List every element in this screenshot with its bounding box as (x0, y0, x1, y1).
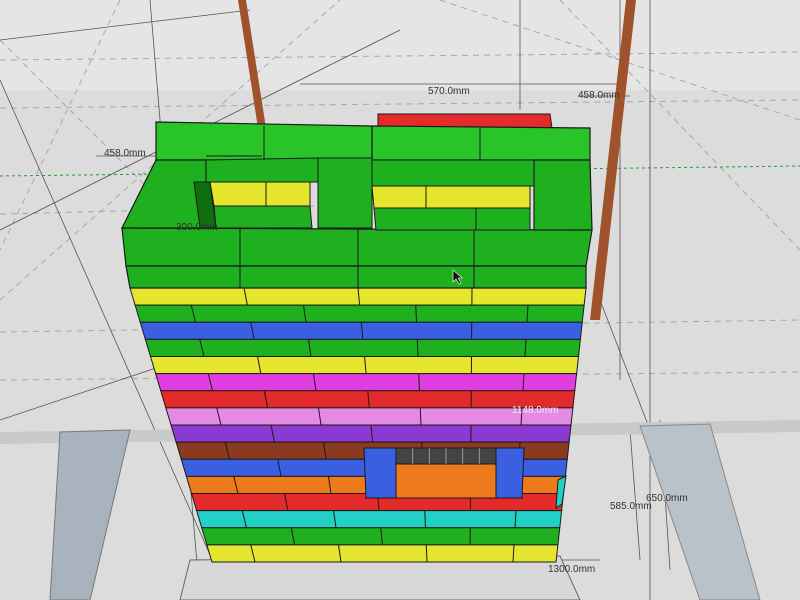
screen-glare (0, 0, 800, 90)
course-face (144, 338, 581, 357)
brick-course[interactable] (206, 544, 559, 563)
course-face (154, 373, 578, 392)
dim-top-width: 570.0mm (428, 86, 470, 97)
brick-course[interactable] (154, 373, 578, 392)
brick-course[interactable] (195, 510, 563, 529)
modeling-viewport[interactable]: 570.0mm 458.0mm 458.0mm 300.0mm 1148.0mm… (0, 0, 800, 600)
dim-height-b: 650.0mm (646, 493, 688, 504)
upper-green-slab[interactable] (121, 227, 593, 289)
brick-course[interactable] (129, 287, 587, 306)
course-face (206, 544, 559, 563)
brick-structure[interactable] (121, 121, 593, 563)
course-face (134, 304, 585, 323)
brick-course[interactable] (134, 304, 585, 323)
brick-course[interactable] (149, 356, 580, 375)
brick-course[interactable] (170, 424, 572, 443)
dim-left-side: 458.0mm (104, 148, 146, 159)
dim-base-width: 1300.0mm (548, 564, 595, 575)
3d-model-scene[interactable]: 570.0mm 458.0mm 458.0mm 300.0mm 1148.0mm… (0, 0, 800, 600)
brick-course[interactable] (139, 321, 583, 340)
front-opening[interactable] (363, 447, 525, 499)
dim-right-mid: 1148.0mm (512, 405, 559, 416)
dim-inner-small: 300.0mm (176, 222, 218, 233)
brick-course[interactable] (201, 527, 561, 546)
course-face (195, 510, 563, 529)
dim-top-right: 458.0mm (578, 90, 620, 101)
brick-course[interactable] (144, 338, 581, 357)
